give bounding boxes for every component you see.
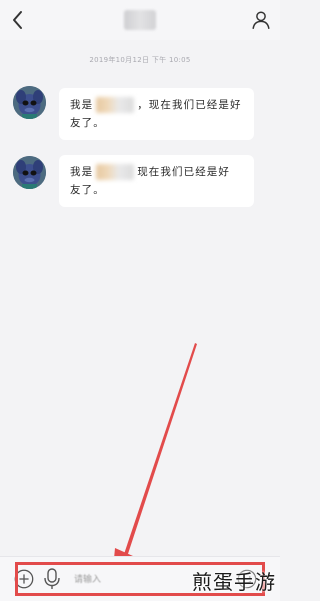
message-text: ，现在我们已经是好	[137, 99, 242, 111]
chat-header	[0, 0, 280, 40]
message-timestamp: 2019年10月12日 下午 10:05	[89, 56, 191, 64]
avatar[interactable]	[13, 86, 46, 119]
message-line: 我是 现在我们已经是好	[70, 163, 244, 181]
message-text: 友了。	[70, 117, 105, 129]
contact-name-blurred	[124, 10, 156, 30]
microphone-icon[interactable]	[42, 567, 62, 591]
message-bubble[interactable]: 我是 现在我们已经是好 友了。	[59, 155, 254, 207]
stitch-avatar-icon	[13, 86, 46, 119]
plus-circle-icon[interactable]	[13, 568, 35, 590]
stitch-avatar-icon	[13, 156, 46, 189]
message-line: 我是 ，现在我们已经是好	[70, 96, 244, 114]
back-icon[interactable]	[6, 8, 30, 32]
sender-name-blurred	[96, 164, 135, 180]
sender-name-blurred	[96, 97, 135, 113]
message-text: 我是	[70, 99, 94, 111]
message-text: 友了。	[70, 184, 105, 196]
avatar[interactable]	[13, 156, 46, 189]
message-bubble[interactable]: 我是 ，现在我们已经是好 友了。	[59, 88, 254, 140]
arrow-shaft	[120, 343, 197, 566]
watermark: 煎蛋手游	[192, 570, 276, 594]
message-text: 我是	[70, 166, 94, 178]
message-text: 现在我们已经是好	[137, 166, 231, 178]
person-icon[interactable]	[250, 9, 272, 31]
